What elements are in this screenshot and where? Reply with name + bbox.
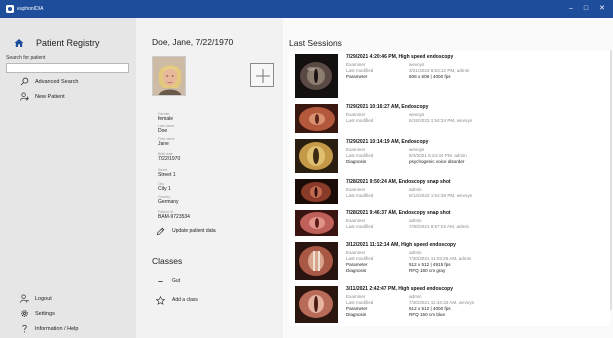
sidebar-item-logout[interactable]: Logout bbox=[0, 293, 136, 305]
session-detail-row: Last modified 5/13/2022 1:54:38 PM, wevoy… bbox=[346, 193, 606, 199]
session-heading: 7/28/2021 9:46:37 AM, Endoscopy snap sho… bbox=[346, 210, 451, 216]
gender-value: female bbox=[158, 116, 174, 122]
session-detail-row: Parameter 608 x 608 | 4000 fps bbox=[346, 74, 606, 80]
session-detail-row: Last modified 5/15/2022 1:54:34 PM, wevoy… bbox=[346, 118, 606, 124]
last-name-value: Doe bbox=[158, 128, 168, 134]
sessions-list: 7/29/2021 4:20:46 PM, High speed endosco… bbox=[289, 51, 610, 326]
session-detail-value: 7/30/2021 9:57:02 AM, admin bbox=[409, 224, 470, 229]
session-detail-key: Last modified bbox=[346, 118, 374, 123]
plus-icon bbox=[256, 69, 270, 83]
session-item[interactable]: 7/28/2021 9:46:37 AM, Endoscopy snap sho… bbox=[289, 207, 610, 239]
country-value: Germany bbox=[158, 199, 179, 205]
sidebar-item-label: Information / Help bbox=[35, 326, 79, 332]
minus-icon[interactable] bbox=[156, 277, 165, 286]
session-item[interactable]: 7/28/2021 9:50:24 AM, Endoscopy snap sho… bbox=[289, 176, 610, 207]
session-detail-row: Diagnosis RFQ 180 cm gray bbox=[346, 268, 606, 274]
update-patient-data-button[interactable]: Update patient data bbox=[156, 227, 266, 237]
sidebar-item-label: Logout bbox=[35, 296, 52, 302]
session-heading: 7/29/2021 10:16:27 AM, Endoscopy bbox=[346, 104, 429, 110]
home-icon[interactable] bbox=[14, 38, 24, 48]
session-detail-value: RFQ 180 cm gray bbox=[409, 268, 446, 273]
class-label: Gut bbox=[172, 278, 181, 284]
close-button[interactable]: ✕ bbox=[596, 3, 608, 15]
class-item-gut[interactable]: Gut bbox=[156, 277, 266, 287]
add-class-label: Add a class bbox=[172, 297, 198, 303]
minimize-button[interactable]: – bbox=[565, 3, 577, 15]
session-thumbnail bbox=[295, 104, 338, 133]
sidebar: Patient Registry Search for patient Adva… bbox=[0, 18, 136, 338]
sidebar-item-label: Settings bbox=[35, 311, 55, 317]
session-thumbnail bbox=[295, 210, 338, 236]
search-icon bbox=[20, 77, 29, 86]
session-detail-key: Diagnosis bbox=[346, 312, 367, 317]
title-bar: euphonIDIA – □ ✕ bbox=[0, 0, 613, 18]
pencil-icon bbox=[156, 227, 165, 236]
birth-date-value: 7/22/1970 bbox=[158, 156, 181, 162]
session-item[interactable]: 3/12/2021 11:12:14 AM, High speed endosc… bbox=[289, 239, 610, 283]
session-detail-value: RFQ 150 cm blue bbox=[409, 312, 445, 317]
sidebar-item-new-patient[interactable]: New Patient bbox=[0, 91, 136, 103]
gear-icon bbox=[21, 310, 28, 317]
session-detail-key: Last modified bbox=[346, 224, 374, 229]
app-logo-icon bbox=[6, 5, 14, 13]
search-label: Search for patient bbox=[6, 55, 46, 61]
window-title: euphonIDIA bbox=[17, 6, 44, 12]
sessions-scrollbar[interactable] bbox=[610, 50, 612, 310]
sessions-title: Last Sessions bbox=[289, 38, 342, 48]
maximize-button[interactable]: □ bbox=[580, 3, 592, 15]
session-detail-row: Diagnosis RFQ 150 cm blue bbox=[346, 312, 606, 318]
session-item[interactable]: 7/29/2021 10:16:27 AM, Endoscopy Examine… bbox=[289, 101, 610, 136]
add-media-button[interactable] bbox=[250, 63, 274, 87]
session-thumbnail bbox=[295, 54, 338, 98]
session-detail-value: psychogenic voice disorder bbox=[409, 159, 465, 164]
patient-photo bbox=[152, 56, 186, 96]
session-thumbnail bbox=[295, 286, 338, 323]
patient-panel: Doe, Jane, 7/22/1970 Gender female Last … bbox=[136, 18, 283, 338]
sidebar-item-label: New Patient bbox=[35, 94, 65, 100]
classes-title: Classes bbox=[152, 256, 183, 266]
session-thumbnail bbox=[295, 242, 338, 280]
session-heading: 7/28/2021 9:50:24 AM, Endoscopy snap sho… bbox=[346, 179, 451, 185]
sessions-panel: Last Sessions 7/29/2021 4:20:46 PM, High… bbox=[283, 18, 613, 338]
session-detail-value: 5/13/2022 1:54:38 PM, wevoys bbox=[409, 193, 473, 198]
session-heading: 7/29/2021 4:20:46 PM, High speed endosco… bbox=[346, 54, 454, 60]
session-detail-key: Diagnosis bbox=[346, 268, 367, 273]
session-thumbnail bbox=[295, 179, 338, 204]
session-item[interactable]: 3/11/2021 2:42:47 PM, High speed endosco… bbox=[289, 283, 610, 326]
session-heading: 7/29/2021 10:14:19 AM, Endoscopy bbox=[346, 139, 429, 145]
session-detail-key: Last modified bbox=[346, 193, 374, 198]
patient-id-value: BAM-9723534 bbox=[158, 214, 190, 220]
help-icon bbox=[22, 324, 27, 333]
logout-icon bbox=[20, 294, 29, 303]
session-detail-key: Parameter bbox=[346, 74, 368, 79]
patient-search-input[interactable] bbox=[6, 63, 129, 73]
first-name-value: Jane bbox=[158, 141, 169, 147]
add-person-icon bbox=[20, 92, 29, 101]
street-value: Street 1 bbox=[158, 172, 176, 178]
session-detail-row: Last modified 7/30/2021 9:57:02 AM, admin bbox=[346, 224, 606, 230]
sidebar-item-label: Advanced Search bbox=[35, 79, 79, 85]
sidebar-item-information-help[interactable]: Information / Help bbox=[0, 323, 136, 335]
sidebar-title: Patient Registry bbox=[36, 38, 100, 48]
session-heading: 3/12/2021 11:12:14 AM, High speed endosc… bbox=[346, 242, 456, 248]
session-thumbnail bbox=[295, 139, 338, 173]
session-item[interactable]: 7/29/2021 4:20:46 PM, High speed endosco… bbox=[289, 51, 610, 101]
session-detail-row: Diagnosis psychogenic voice disorder bbox=[346, 159, 606, 165]
sidebar-item-advanced-search[interactable]: Advanced Search bbox=[0, 76, 136, 88]
add-class-button[interactable]: Add a class bbox=[156, 296, 266, 306]
session-detail-value: 608 x 608 | 4000 fps bbox=[409, 74, 451, 79]
city-value: City 1 bbox=[158, 186, 171, 192]
update-patient-data-label: Update patient data bbox=[172, 228, 216, 234]
sidebar-item-settings[interactable]: Settings bbox=[0, 308, 136, 320]
session-item[interactable]: 7/29/2021 10:14:19 AM, Endoscopy Examine… bbox=[289, 136, 610, 176]
session-heading: 3/11/2021 2:42:47 PM, High speed endosco… bbox=[346, 286, 453, 292]
patient-name-title: Doe, Jane, 7/22/1970 bbox=[152, 37, 234, 47]
session-detail-value: 5/15/2022 1:54:34 PM, wevoys bbox=[409, 118, 473, 123]
star-icon bbox=[156, 296, 165, 305]
session-detail-key: Diagnosis bbox=[346, 159, 367, 164]
